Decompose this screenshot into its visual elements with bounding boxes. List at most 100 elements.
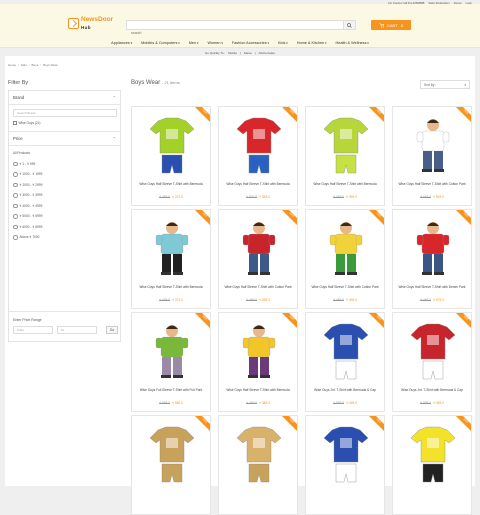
- chevron-up-icon[interactable]: ⌃: [113, 136, 116, 141]
- product-card[interactable]: SALE Wise Guys Full Sleeve T-Shirt with F…: [131, 312, 211, 412]
- sort-dropdown[interactable]: Sort By :: [420, 80, 470, 89]
- radio-button[interactable]: [13, 203, 18, 208]
- price-option[interactable]: ₹ 3000 - ₹ 3999: [13, 193, 42, 198]
- product-image[interactable]: [227, 321, 291, 383]
- nav-item-appliances[interactable]: Appliances: [111, 41, 132, 45]
- original-price: ₹ 465.0: [159, 195, 170, 199]
- product-image[interactable]: [227, 115, 291, 177]
- brand-search-input[interactable]: Search Brand: [13, 109, 117, 117]
- product-card[interactable]: SALE: [392, 415, 472, 515]
- price-option[interactable]: ₹ 1000 - ₹ 1999: [13, 172, 42, 177]
- nav-item-men[interactable]: Men: [189, 41, 199, 45]
- nav-item-health-wellness[interactable]: Health & Wellness: [336, 41, 369, 45]
- search-input[interactable]: [127, 29, 337, 37]
- quick-link-saree[interactable]: Saree: [244, 51, 252, 55]
- breadcrumb-boys[interactable]: Boys: [32, 63, 39, 67]
- sale-price: ₹ 495.0: [259, 298, 270, 302]
- product-name[interactable]: Wise Guys Half Sleeve T-Shirt with Bermu…: [308, 182, 382, 186]
- breadcrumb-home[interactable]: Home: [8, 63, 16, 67]
- product-image[interactable]: [227, 424, 291, 486]
- product-name[interactable]: Wise Guys Half Sleeve T-Shirt with Denim…: [395, 285, 469, 289]
- product-image[interactable]: [314, 424, 378, 486]
- product-image[interactable]: [401, 218, 465, 280]
- product-image[interactable]: [227, 218, 291, 280]
- price-option-label: ₹ 2000 - ₹ 2999: [19, 182, 43, 187]
- price-go-button[interactable]: Go: [106, 326, 118, 334]
- product-image[interactable]: [314, 321, 378, 383]
- price-option[interactable]: ₹ 2000 - ₹ 2999: [13, 182, 43, 187]
- price-option[interactable]: Above ₹ 7000: [13, 235, 39, 240]
- product-card[interactable]: SALE Wise Guys Half Sleeve T-Shirt with C…: [392, 106, 472, 206]
- logo-subtext: Hub: [81, 24, 91, 30]
- original-price: ₹ 465.0: [246, 298, 257, 302]
- product-image[interactable]: [401, 115, 465, 177]
- product-card[interactable]: SALE Wise Guys Half Sleeve T-Shirt with B…: [305, 106, 385, 206]
- product-card[interactable]: SALE Wise Guys Jnt. T-Shirt with Bermuda …: [305, 312, 385, 412]
- radio-button[interactable]: [13, 235, 18, 240]
- product-card[interactable]: SALE Wise Guys Half Sleeve T-Shirt with B…: [218, 312, 298, 412]
- product-prices: ₹ 465.0 ₹ 373.0: [132, 298, 210, 302]
- price-to-input[interactable]: To: [57, 326, 97, 334]
- product-name[interactable]: Wise Guys Half Sleeve T-Shirt with Bermu…: [221, 182, 295, 186]
- product-name[interactable]: Wise Guys Half Sleeve T-Shirt with Cotto…: [395, 182, 469, 186]
- product-image[interactable]: [140, 218, 204, 280]
- product-card[interactable]: SALE Wise Guys Jnt. T-Shirt with Bermuda …: [392, 312, 472, 412]
- product-card[interactable]: SALE Wise Guys Half Sleeve T-Shirt with B…: [218, 106, 298, 206]
- radio-button[interactable]: [13, 161, 18, 166]
- logo[interactable]: NewsDoor Hub: [68, 16, 113, 34]
- product-card[interactable]: SALE Wise Guys Half Sleeve T-Shirt with B…: [131, 106, 211, 206]
- brand-filter-heading[interactable]: Brand: [13, 95, 24, 100]
- radio-button[interactable]: [13, 214, 18, 219]
- product-image[interactable]: [140, 424, 204, 486]
- product-image[interactable]: [401, 321, 465, 383]
- quick-link-kitchenware[interactable]: Kitchenware: [259, 51, 276, 55]
- price-option[interactable]: ₹ 4000 - ₹ 4999: [13, 203, 42, 208]
- nav-item-mobiles-computers[interactable]: Mobiles & Computers: [141, 41, 180, 45]
- product-image[interactable]: [314, 218, 378, 280]
- product-name[interactable]: Wise Guys Half Sleeve T-Shirt with Bermu…: [134, 182, 208, 186]
- chevron-up-icon[interactable]: ⌃: [113, 95, 116, 100]
- product-name[interactable]: Wise Guys Half Sleeve T-Shirt with Cotto…: [308, 285, 382, 289]
- radio-button[interactable]: [13, 193, 18, 198]
- product-card[interactable]: SALE Wise Guys Half Sleeve T-Shirt with B…: [131, 209, 211, 309]
- price-filter-heading[interactable]: Price: [13, 136, 23, 141]
- breadcrumb-kids[interactable]: Kids: [21, 63, 27, 67]
- nav-item-kids[interactable]: Kids: [278, 41, 288, 45]
- radio-button[interactable]: [13, 224, 18, 229]
- price-from-input[interactable]: From: [13, 326, 53, 334]
- product-name[interactable]: Wise Guys Half Sleeve T-Shirt with Cotto…: [221, 285, 295, 289]
- product-image[interactable]: [140, 321, 204, 383]
- price-option[interactable]: ₹ 6000 - ₹ 6999: [13, 224, 42, 229]
- radio-button[interactable]: [13, 172, 18, 177]
- checkbox[interactable]: [13, 121, 17, 125]
- product-card[interactable]: SALE: [305, 415, 385, 515]
- quick-link-mobile[interactable]: Mobile: [228, 51, 237, 55]
- product-card[interactable]: SALE Wise Guys Half Sleeve T-Shirt with D…: [392, 209, 472, 309]
- brand-option-wise-guys[interactable]: Wise Guys (21): [13, 121, 40, 125]
- search-button[interactable]: [343, 21, 355, 29]
- product-image[interactable]: [401, 424, 465, 486]
- radio-button[interactable]: [13, 182, 18, 187]
- nav-item-fashion-accessories[interactable]: Fashion Accessories: [232, 41, 269, 45]
- product-card[interactable]: SALE: [218, 415, 298, 515]
- product-name[interactable]: Wise Guys Jnt. T-Shirt with Bermuda & Ca…: [308, 388, 382, 392]
- nav-item-women[interactable]: Women: [207, 41, 222, 45]
- nav-item-home-kitchen[interactable]: Home & Kitchen: [297, 41, 327, 45]
- product-prices: ₹ 465.0 ₹ 385.0: [219, 401, 297, 405]
- cart-button[interactable]: CART 0: [371, 20, 411, 30]
- cart-label: CART: [386, 22, 398, 28]
- product-name[interactable]: Wise Guys Half Sleeve T-Shirt with Bermu…: [134, 285, 208, 289]
- product-card[interactable]: SALE Wise Guys Half Sleeve T-Shirt with C…: [305, 209, 385, 309]
- product-image[interactable]: [140, 115, 204, 177]
- price-option[interactable]: ₹ 1 - ₹ 999: [13, 161, 35, 166]
- original-price: ₹ 595.0: [159, 401, 170, 405]
- product-card[interactable]: SALE Wise Guys Half Sleeve T-Shirt with C…: [218, 209, 298, 309]
- product-image[interactable]: [314, 115, 378, 177]
- price-option[interactable]: ₹ 5000 - ₹ 5999: [13, 214, 42, 219]
- product-card[interactable]: SALE: [131, 415, 211, 515]
- product-name[interactable]: Wise Guys Half Sleeve T-Shirt with Bermu…: [221, 388, 295, 392]
- product-name[interactable]: Wise Guys Full Sleeve T-Shirt with Full …: [134, 388, 208, 392]
- product-name[interactable]: Wise Guys Jnt. T-Shirt with Bermuda & Ca…: [395, 388, 469, 392]
- sale-price: ₹ 495.0: [346, 401, 357, 405]
- price-option[interactable]: All Products: [13, 151, 30, 155]
